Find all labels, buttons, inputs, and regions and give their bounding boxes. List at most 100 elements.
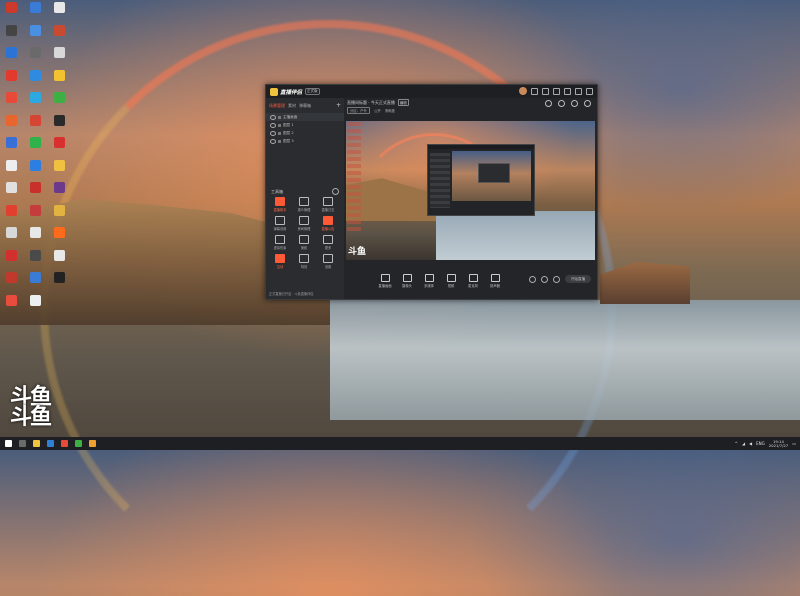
tray-up-icon[interactable]: ^ <box>735 441 738 446</box>
lock-icon[interactable] <box>278 139 281 143</box>
desktop-shortcut[interactable] <box>2 249 20 271</box>
desktop-shortcut[interactable] <box>2 204 20 226</box>
lock-icon[interactable] <box>278 115 281 119</box>
tool-item[interactable]: 观众管理 <box>292 197 316 212</box>
desktop-shortcut[interactable] <box>50 69 68 91</box>
desktop-shortcut[interactable] <box>2 159 20 181</box>
desktop-shortcut[interactable] <box>26 204 44 226</box>
taskbar-app[interactable] <box>72 438 84 449</box>
desktop-shortcut[interactable] <box>26 69 44 91</box>
desktop-shortcut[interactable] <box>50 159 68 181</box>
room-title[interactable]: 直播间标题 · 今天正式直播 <box>347 100 395 106</box>
add-scene-button[interactable]: + <box>336 102 341 109</box>
control-camera-button[interactable]: 摄像头 <box>396 273 418 288</box>
desktop-shortcut[interactable] <box>26 294 44 316</box>
start-live-button[interactable]: 开始直播 <box>565 275 591 283</box>
lock-icon[interactable] <box>278 123 281 127</box>
user-avatar[interactable] <box>519 87 527 95</box>
lock-icon[interactable] <box>278 131 281 135</box>
desktop-shortcut[interactable] <box>26 137 44 158</box>
desktop-shortcut[interactable] <box>26 182 44 203</box>
desktop-shortcut[interactable] <box>26 47 44 68</box>
camera-toggle-icon[interactable] <box>529 275 536 283</box>
tool-item[interactable]: 互动 <box>268 254 292 269</box>
tool-item[interactable]: 虚拟形象 <box>268 235 292 250</box>
more-icon[interactable] <box>553 275 560 283</box>
desktop-shortcut[interactable] <box>50 24 68 46</box>
record-icon[interactable] <box>545 100 552 107</box>
taskbar-app[interactable] <box>30 438 42 449</box>
tool-item[interactable]: 直播公告 <box>316 216 340 231</box>
taskbar-app[interactable] <box>58 438 70 449</box>
quality-chip[interactable]: 清晰度 <box>385 108 395 113</box>
tool-item[interactable]: 更多 <box>316 235 340 250</box>
desktop-shortcut[interactable] <box>50 249 68 271</box>
control-monitor-button[interactable]: 直播画面 <box>374 273 396 288</box>
desktop-shortcut[interactable] <box>50 2 68 23</box>
desktop-shortcut[interactable] <box>26 227 44 248</box>
tool-item[interactable]: 弹幕设置 <box>268 216 292 231</box>
category-chip[interactable]: 分区：户外 <box>347 107 370 114</box>
menu-icon[interactable] <box>553 87 560 95</box>
settings-icon[interactable] <box>542 87 549 95</box>
tool-item[interactable]: 直播助手 <box>268 197 292 212</box>
taskbar-app[interactable] <box>86 438 98 449</box>
desktop-shortcut[interactable] <box>2 114 20 136</box>
close-icon[interactable] <box>586 87 593 95</box>
desktop-shortcut[interactable] <box>50 114 68 136</box>
desktop-shortcut[interactable] <box>2 182 20 203</box>
desktop-shortcut[interactable] <box>26 92 44 113</box>
desktop-shortcut[interactable] <box>50 182 68 203</box>
desktop-shortcut[interactable] <box>2 2 20 23</box>
eye-icon[interactable] <box>270 138 276 144</box>
scene-row[interactable]: 主播画面 <box>266 113 344 121</box>
tab-danmaku[interactable]: 弹幕箱 <box>299 103 311 109</box>
desktop-shortcut[interactable] <box>26 2 44 23</box>
edit-title-button[interactable]: 编辑 <box>397 99 409 106</box>
title-bar[interactable]: 直播伴侣 正式版 <box>266 85 597 98</box>
desktop-shortcut[interactable] <box>26 159 44 181</box>
desktop-shortcut[interactable] <box>50 204 68 226</box>
desktop-shortcut[interactable] <box>50 92 68 113</box>
eye-icon[interactable] <box>270 130 276 136</box>
record-toggle-icon[interactable] <box>541 275 548 283</box>
desktop-shortcut[interactable] <box>26 272 44 293</box>
tool-item[interactable]: 房间管理 <box>292 216 316 231</box>
desktop-shortcut[interactable] <box>2 137 20 158</box>
desktop-shortcut[interactable] <box>26 24 44 46</box>
taskbar-app[interactable] <box>44 438 56 449</box>
control-video-button[interactable]: 视频 <box>440 273 462 288</box>
desktop-shortcut[interactable] <box>2 227 20 248</box>
scene-row[interactable]: 图层 1 <box>266 121 344 129</box>
tool-item[interactable]: 美颜 <box>292 235 316 250</box>
control-mic-button[interactable]: 麦克风 <box>462 273 484 288</box>
tool-item[interactable]: 特效 <box>292 254 316 269</box>
start-button[interactable] <box>2 438 14 449</box>
tool-item[interactable]: 设置 <box>316 254 340 269</box>
screenshot-icon[interactable] <box>558 100 565 107</box>
message-icon[interactable] <box>531 87 538 95</box>
desktop-shortcut[interactable] <box>2 69 20 91</box>
input-language[interactable]: ENG <box>756 441 765 446</box>
control-media-button[interactable]: 多媒体 <box>418 273 440 288</box>
scene-row[interactable]: 图层 2 <box>266 129 344 137</box>
share-icon[interactable] <box>584 100 591 107</box>
eye-icon[interactable] <box>270 122 276 128</box>
notification-icon[interactable]: ▭ <box>792 441 796 446</box>
clock[interactable]: 19:14 2021/7/27 <box>769 439 788 448</box>
desktop-shortcut[interactable] <box>50 227 68 248</box>
volume-icon[interactable]: ◀ <box>749 441 752 446</box>
desktop-shortcut[interactable] <box>2 272 20 293</box>
desktop-shortcut[interactable] <box>50 47 68 68</box>
desktop-shortcut[interactable] <box>2 294 20 316</box>
maximize-icon[interactable] <box>575 87 582 95</box>
scene-row[interactable]: 图层 3 <box>266 137 344 145</box>
tab-materials[interactable]: 素材 <box>288 103 296 109</box>
taskbar-app[interactable] <box>16 438 28 449</box>
desktop-shortcut[interactable] <box>2 92 20 113</box>
desktop-shortcut[interactable] <box>50 137 68 158</box>
fullscreen-icon[interactable] <box>571 100 578 107</box>
desktop-shortcut[interactable] <box>2 24 20 46</box>
desktop-shortcut[interactable] <box>26 249 44 271</box>
help-icon[interactable] <box>332 188 339 195</box>
